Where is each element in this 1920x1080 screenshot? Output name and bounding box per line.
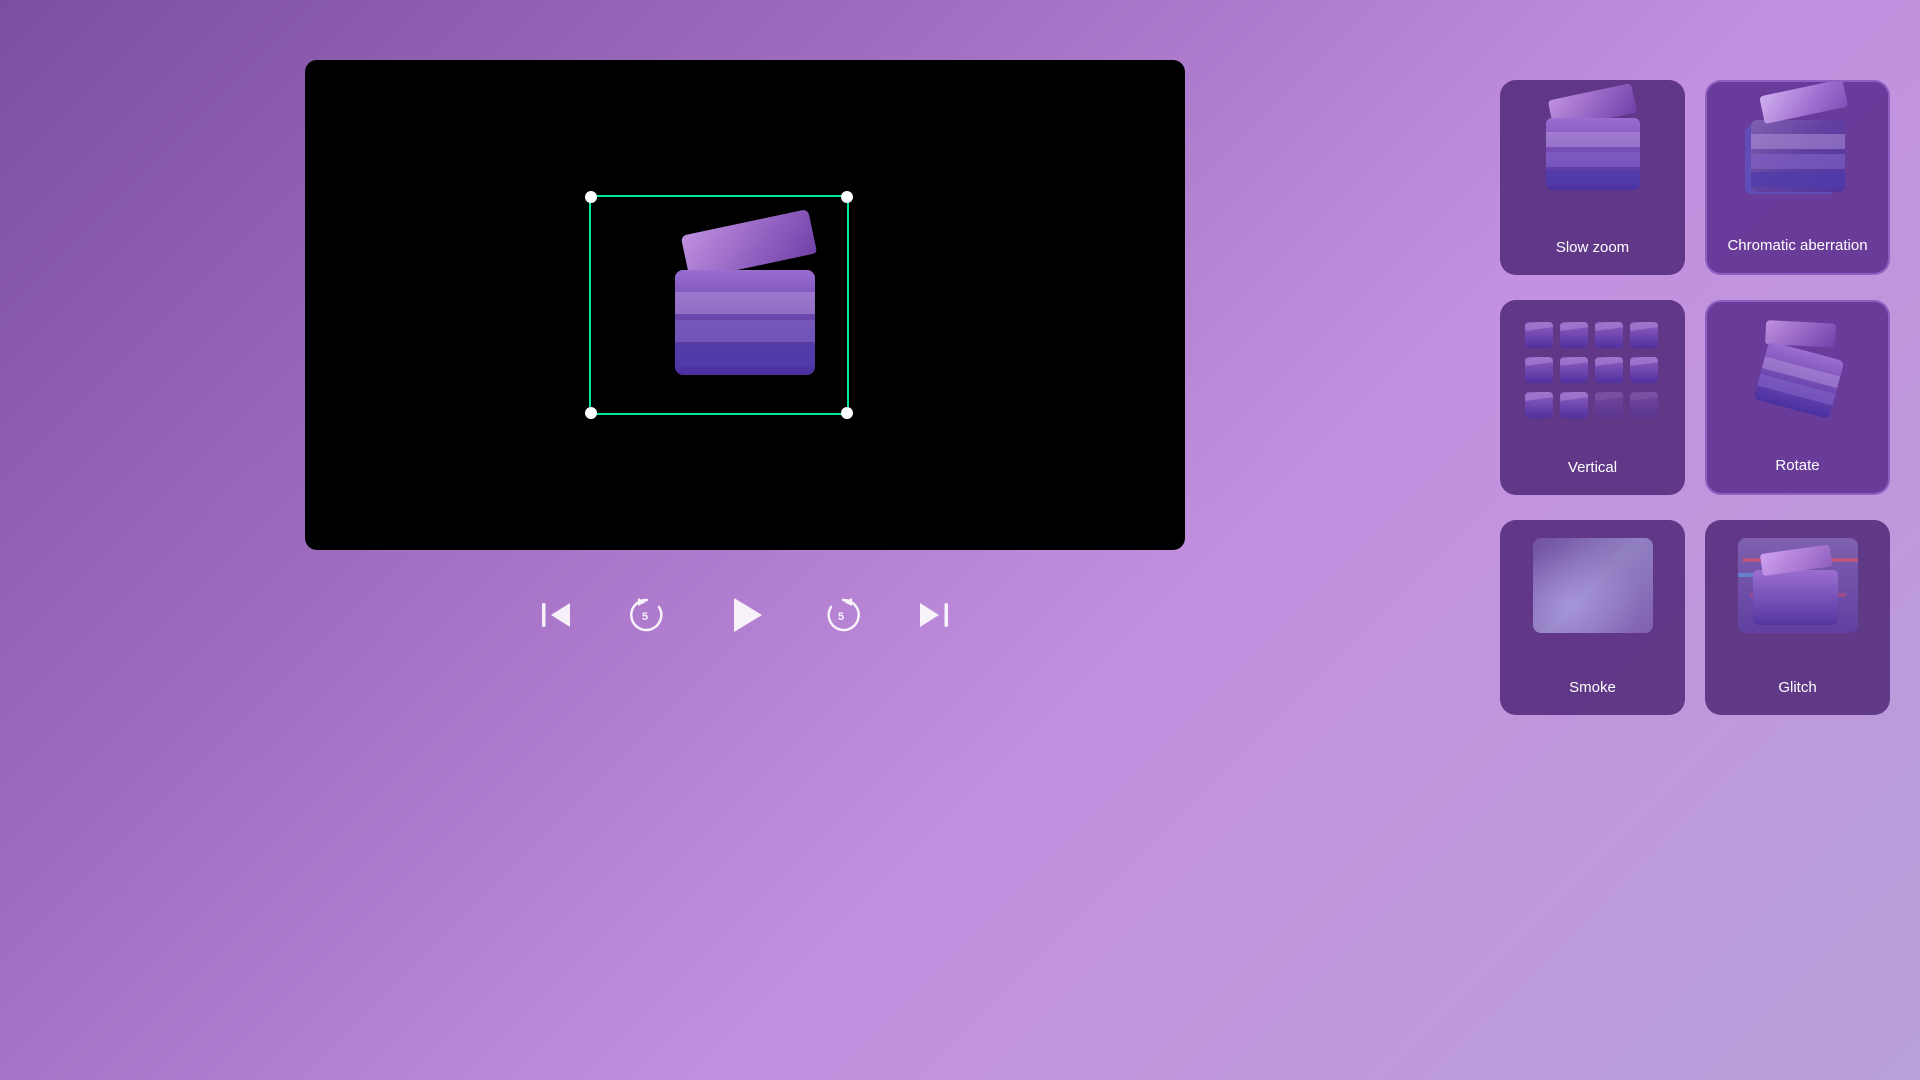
glitch-clapper-top [1759, 544, 1831, 576]
svg-text:5: 5 [642, 611, 648, 623]
vertical-label: Vertical [1568, 458, 1617, 478]
smoke-bg [1533, 538, 1653, 633]
skip-start-button[interactable] [538, 597, 574, 633]
effect-vertical[interactable]: Vertical [1500, 300, 1685, 495]
chroma-preview-container [1707, 82, 1888, 212]
clapper-stripe-2 [675, 320, 815, 342]
forward-button[interactable]: 5 [820, 592, 866, 638]
chroma-label: Chromatic aberration [1727, 236, 1867, 256]
smoke-overlay [1533, 538, 1653, 633]
v-cell [1560, 322, 1588, 348]
clapper-icon [665, 235, 825, 375]
v-cell [1630, 357, 1658, 383]
video-controls: 5 5 [538, 590, 952, 640]
glitch-preview [1738, 538, 1858, 633]
v-cell [1630, 322, 1658, 348]
glitch-preview-container [1705, 520, 1890, 650]
v-cell [1595, 392, 1623, 418]
chroma-s3 [1751, 172, 1845, 187]
clapper-body [675, 270, 815, 375]
rewind-icon: 5 [624, 592, 670, 638]
pc-body [1546, 118, 1640, 190]
main-container: 5 5 [30, 60, 1890, 1020]
forward-icon: 5 [820, 592, 866, 638]
skip-end-button[interactable] [916, 597, 952, 633]
chroma-body [1751, 120, 1845, 192]
slow-zoom-clapper [1538, 100, 1648, 190]
glitch-bg [1738, 538, 1858, 633]
handle-br[interactable] [841, 407, 853, 419]
v-cell [1630, 392, 1658, 418]
v-cell [1595, 357, 1623, 383]
effect-slow-zoom[interactable]: Slow zoom [1500, 80, 1685, 275]
v-cell [1525, 322, 1553, 348]
video-player [305, 60, 1185, 550]
skip-end-icon [916, 597, 952, 633]
handle-tr[interactable] [841, 191, 853, 203]
pc-s1 [1546, 132, 1640, 147]
glitch-label: Glitch [1778, 678, 1816, 698]
effect-chromatic-aberration[interactable]: Chromatic aberration [1705, 80, 1890, 275]
rotate-preview-container [1707, 302, 1888, 432]
chroma-preview [1743, 102, 1853, 192]
vertical-preview-container [1500, 300, 1685, 430]
slow-zoom-label: Slow zoom [1556, 238, 1629, 258]
v-cell [1560, 392, 1588, 418]
v-cell [1595, 322, 1623, 348]
smoke-preview [1533, 538, 1653, 633]
chroma-s2 [1751, 154, 1845, 169]
vertical-preview [1523, 310, 1663, 420]
play-button[interactable] [720, 590, 770, 640]
rotate-label: Rotate [1775, 456, 1819, 476]
rotate-preview [1745, 320, 1850, 415]
clapper-stripe-3 [675, 345, 815, 367]
effect-rotate[interactable]: Rotate [1705, 300, 1890, 495]
skip-start-icon [538, 597, 574, 633]
clapper-stripe-1 [675, 292, 815, 314]
v-cell [1525, 392, 1553, 418]
effects-panel: Slow zoom Chromatic aberration [1500, 60, 1890, 740]
svg-text:5: 5 [838, 611, 844, 623]
v-cell [1560, 357, 1588, 383]
handle-tl[interactable] [585, 191, 597, 203]
effect-glitch[interactable]: Glitch [1705, 520, 1890, 715]
handle-bl[interactable] [585, 407, 597, 419]
video-content [305, 60, 1185, 550]
slow-zoom-preview [1500, 80, 1685, 210]
play-icon [720, 590, 770, 640]
chroma-top [1759, 82, 1848, 124]
rewind-button[interactable]: 5 [624, 592, 670, 638]
rot-body [1754, 340, 1845, 418]
video-section: 5 5 [30, 60, 1460, 640]
chroma-s1 [1751, 134, 1845, 149]
smoke-preview-container [1500, 520, 1685, 650]
pc-s2 [1546, 152, 1640, 167]
glitch-clapper [1753, 570, 1838, 625]
v-cell [1525, 357, 1553, 383]
smoke-label: Smoke [1569, 678, 1616, 698]
pc-s3 [1546, 170, 1640, 185]
effect-smoke[interactable]: Smoke [1500, 520, 1685, 715]
